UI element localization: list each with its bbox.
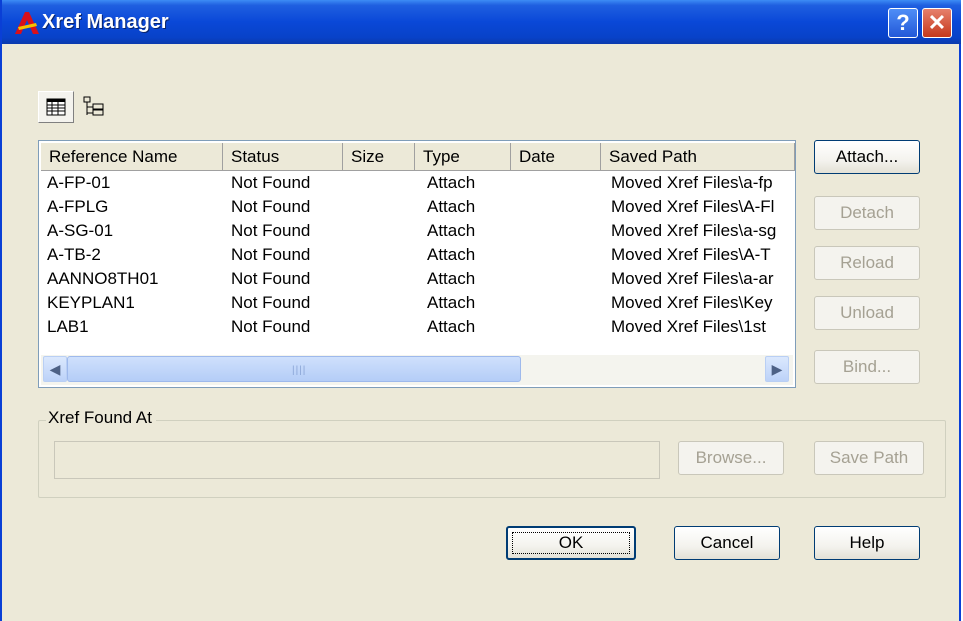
type-cell: Attach <box>427 317 476 336</box>
saved-path-cell: Moved Xref Files\A-Fl <box>611 197 775 216</box>
ok-button[interactable]: OK <box>506 526 636 560</box>
column-header-reference-name[interactable]: Reference Name <box>41 143 223 171</box>
size-cell <box>351 195 411 219</box>
browse-button[interactable]: Browse... <box>678 441 784 475</box>
size-cell <box>351 315 411 339</box>
help-button[interactable]: Help <box>814 526 920 560</box>
size-cell <box>351 243 411 267</box>
list-view-icon <box>46 98 66 116</box>
date-cell <box>517 315 597 339</box>
type-cell: Attach <box>427 269 476 288</box>
reference-name-cell: A-FP-01 <box>47 173 111 192</box>
type-cell: Attach <box>427 221 476 240</box>
unload-button[interactable]: Unload <box>814 296 920 330</box>
column-header-type[interactable]: Type <box>415 143 511 171</box>
autocad-app-icon <box>15 12 39 34</box>
reference-name-cell: A-FPLG <box>47 197 109 216</box>
table-row[interactable]: LAB1 Not Found Attach Moved Xref Files\1… <box>39 315 795 339</box>
xref-manager-dialog: Xref Manager ? ✕ Reference Name Status S… <box>0 0 961 621</box>
column-header-size[interactable]: Size <box>343 143 415 171</box>
type-cell: Attach <box>427 245 476 264</box>
table-row[interactable]: A-FPLG Not Found Attach Moved Xref Files… <box>39 195 795 219</box>
table-row[interactable]: A-TB-2 Not Found Attach Moved Xref Files… <box>39 243 795 267</box>
help-title-button[interactable]: ? <box>888 8 918 38</box>
list-view-button[interactable] <box>38 91 74 123</box>
date-cell <box>517 171 597 195</box>
found-at-path-field[interactable] <box>54 441 660 479</box>
saved-path-cell: Moved Xref Files\Key <box>611 293 773 312</box>
save-path-button[interactable]: Save Path <box>814 441 924 475</box>
horizontal-scrollbar[interactable]: ◀ |||| ▶ <box>41 355 793 385</box>
status-cell: Not Found <box>231 293 311 312</box>
close-button[interactable]: ✕ <box>922 8 952 38</box>
status-cell: Not Found <box>231 197 311 216</box>
grip-icon: |||| <box>292 365 307 376</box>
table-row[interactable]: A-FP-01 Not Found Attach Moved Xref File… <box>39 171 795 195</box>
column-header-status[interactable]: Status <box>223 143 343 171</box>
cancel-button[interactable]: Cancel <box>674 526 780 560</box>
reference-name-cell: LAB1 <box>47 317 89 336</box>
status-cell: Not Found <box>231 173 311 192</box>
column-header-saved-path[interactable]: Saved Path <box>601 143 795 171</box>
date-cell <box>517 267 597 291</box>
size-cell <box>351 171 411 195</box>
bind-button[interactable]: Bind... <box>814 350 920 384</box>
xref-found-at-label: Xref Found At <box>46 408 156 428</box>
status-cell: Not Found <box>231 245 311 264</box>
focus-rectangle <box>512 532 630 554</box>
scroll-left-arrow-icon[interactable]: ◀ <box>43 356 67 382</box>
column-header-date[interactable]: Date <box>511 143 601 171</box>
saved-path-cell: Moved Xref Files\A-T <box>611 245 771 264</box>
table-row[interactable]: KEYPLAN1 Not Found Attach Moved Xref Fil… <box>39 291 795 315</box>
table-row[interactable]: AANNO8TH01 Not Found Attach Moved Xref F… <box>39 267 795 291</box>
type-cell: Attach <box>427 173 476 192</box>
saved-path-cell: Moved Xref Files\a-ar <box>611 269 774 288</box>
size-cell <box>351 219 411 243</box>
type-cell: Attach <box>427 197 476 216</box>
reference-name-cell: A-SG-01 <box>47 221 114 240</box>
scroll-right-arrow-icon[interactable]: ▶ <box>765 356 789 382</box>
type-cell: Attach <box>427 293 476 312</box>
table-row[interactable]: A-SG-01 Not Found Attach Moved Xref File… <box>39 219 795 243</box>
status-cell: Not Found <box>231 221 311 240</box>
date-cell <box>517 291 597 315</box>
tree-view-button[interactable] <box>78 91 114 123</box>
date-cell <box>517 243 597 267</box>
detach-button[interactable]: Detach <box>814 196 920 230</box>
status-cell: Not Found <box>231 317 311 336</box>
date-cell <box>517 219 597 243</box>
attach-button[interactable]: Attach... <box>814 140 920 174</box>
saved-path-cell: Moved Xref Files\a-sg <box>611 221 777 240</box>
tree-view-icon <box>83 96 104 116</box>
size-cell <box>351 291 411 315</box>
size-cell <box>351 267 411 291</box>
saved-path-cell: Moved Xref Files\a-fp <box>611 173 773 192</box>
reference-name-cell: KEYPLAN1 <box>47 293 135 312</box>
window-title: Xref Manager <box>42 11 169 33</box>
status-cell: Not Found <box>231 269 311 288</box>
scrollbar-thumb[interactable]: |||| <box>67 356 521 382</box>
xref-list[interactable]: Reference Name Status Size Type Date Sav… <box>38 140 796 388</box>
date-cell <box>517 195 597 219</box>
reference-name-cell: A-TB-2 <box>47 245 101 264</box>
reference-name-cell: AANNO8TH01 <box>47 269 159 288</box>
title-bar[interactable]: Xref Manager ? ✕ <box>2 0 961 44</box>
saved-path-cell: Moved Xref Files\1st <box>611 317 766 336</box>
reload-button[interactable]: Reload <box>814 246 920 280</box>
